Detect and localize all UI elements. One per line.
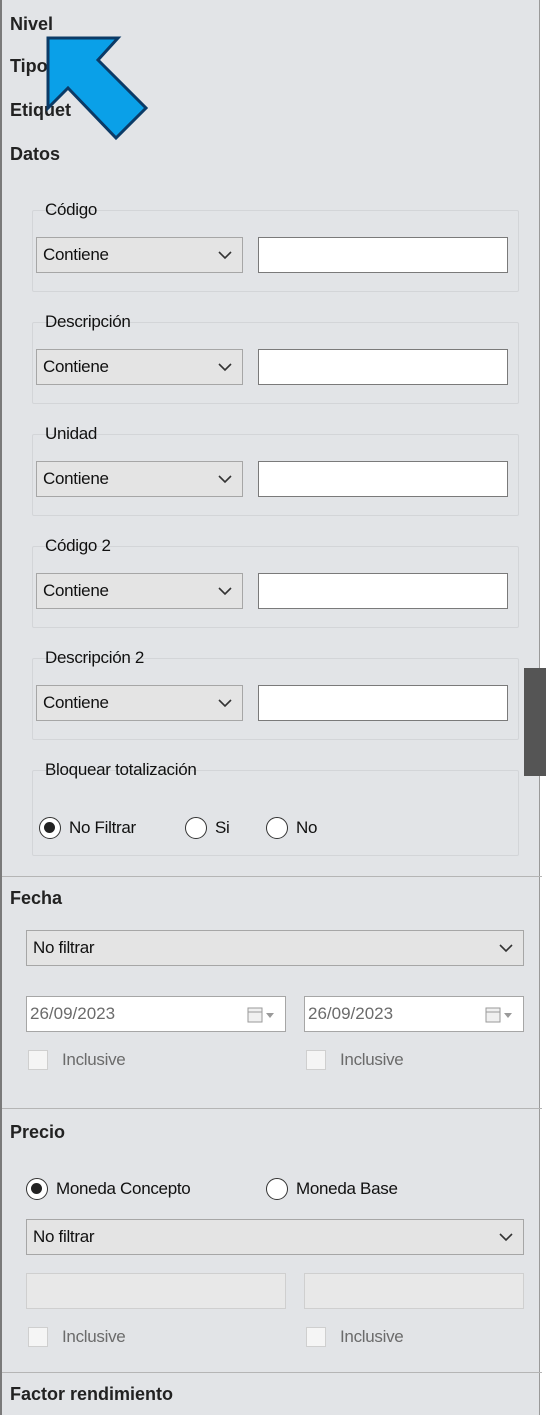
codigo-input[interactable]: [258, 237, 508, 273]
section-divider: [2, 876, 542, 877]
section-divider: [2, 1108, 542, 1109]
descripcion2-operator-value: Contiene: [43, 693, 109, 712]
precio-radio-moneda-base[interactable]: Moneda Base: [266, 1178, 398, 1200]
calendar-icon: [485, 1007, 512, 1023]
bloquear-group: [32, 770, 519, 856]
inclusive-label: Inclusive: [62, 1050, 126, 1069]
section-fecha[interactable]: Fecha: [10, 888, 62, 909]
codigo-label: Código: [45, 200, 98, 219]
codigo2-input[interactable]: [258, 573, 508, 609]
codigo2-operator-value: Contiene: [43, 581, 109, 600]
bloquear-option-label: No: [296, 818, 318, 837]
section-nivel[interactable]: Nivel: [10, 14, 53, 35]
descripcion2-operator-select[interactable]: Contiene: [36, 685, 243, 721]
inclusive-label: Inclusive: [62, 1327, 126, 1346]
bloquear-radio-no[interactable]: No: [266, 817, 317, 839]
unidad-input[interactable]: [258, 461, 508, 497]
precio-mode-value: No filtrar: [33, 1227, 95, 1246]
checkbox-icon: [28, 1050, 48, 1070]
section-precio[interactable]: Precio: [10, 1122, 65, 1143]
bloquear-option-label: Si: [215, 818, 230, 837]
descripcion-input[interactable]: [258, 349, 508, 385]
precio-currency-label: Moneda Concepto: [56, 1179, 191, 1198]
chevron-down-icon: [218, 251, 232, 260]
fecha-to-value: 26/09/2023: [308, 1004, 394, 1023]
checkbox-icon: [28, 1327, 48, 1347]
bloquear-option-label: No Filtrar: [69, 818, 136, 837]
codigo2-label: Código 2: [45, 536, 111, 555]
precio-from-inclusive-checkbox[interactable]: Inclusive: [28, 1327, 126, 1347]
radio-unselected-icon: [266, 1178, 288, 1200]
codigo-operator-select[interactable]: Contiene: [36, 237, 243, 273]
fecha-from-picker[interactable]: 26/09/2023: [26, 996, 286, 1032]
descripcion2-label: Descripción 2: [45, 648, 145, 667]
chevron-down-icon: [218, 699, 232, 708]
fecha-to-inclusive-checkbox[interactable]: Inclusive: [306, 1050, 404, 1070]
descripcion-operator-value: Contiene: [43, 357, 109, 376]
section-tipo[interactable]: Tipo: [10, 56, 48, 77]
section-divider: [2, 1372, 542, 1373]
unidad-operator-value: Contiene: [43, 469, 109, 488]
chevron-down-icon: [499, 944, 513, 953]
fecha-to-picker[interactable]: 26/09/2023: [304, 996, 524, 1032]
chevron-down-icon: [218, 363, 232, 372]
cursor-arrow-icon: [46, 36, 149, 141]
radio-selected-icon: [39, 817, 61, 839]
calendar-icon: [247, 1007, 274, 1023]
inclusive-label: Inclusive: [340, 1327, 404, 1346]
radio-selected-icon: [26, 1178, 48, 1200]
descripcion-operator-select[interactable]: Contiene: [36, 349, 243, 385]
unidad-label: Unidad: [45, 424, 98, 443]
section-factor-rendimiento[interactable]: Factor rendimiento: [10, 1384, 173, 1405]
descripcion-label: Descripción: [45, 312, 131, 331]
precio-mode-select[interactable]: No filtrar: [26, 1219, 524, 1255]
checkbox-icon: [306, 1327, 326, 1347]
checkbox-icon: [306, 1050, 326, 1070]
fecha-mode-value: No filtrar: [33, 938, 95, 957]
precio-to-inclusive-checkbox[interactable]: Inclusive: [306, 1327, 404, 1347]
chevron-down-icon: [218, 587, 232, 596]
radio-unselected-icon: [185, 817, 207, 839]
precio-from-input[interactable]: [26, 1273, 286, 1309]
descripcion2-input[interactable]: [258, 685, 508, 721]
inclusive-label: Inclusive: [340, 1050, 404, 1069]
precio-currency-label: Moneda Base: [296, 1179, 398, 1198]
bloquear-radio-si[interactable]: Si: [185, 817, 230, 839]
fecha-from-inclusive-checkbox[interactable]: Inclusive: [28, 1050, 126, 1070]
codigo-operator-value: Contiene: [43, 245, 109, 264]
chevron-down-icon: [218, 475, 232, 484]
chevron-down-icon: [499, 1233, 513, 1242]
bloquear-label: Bloquear totalización: [45, 760, 197, 779]
codigo2-operator-select[interactable]: Contiene: [36, 573, 243, 609]
precio-to-input[interactable]: [304, 1273, 524, 1309]
filter-panel: Nivel Tipo Etiquet Datos Código Contiene…: [0, 0, 542, 1415]
unidad-operator-select[interactable]: Contiene: [36, 461, 243, 497]
fecha-mode-select[interactable]: No filtrar: [26, 930, 524, 966]
precio-radio-moneda-concepto[interactable]: Moneda Concepto: [26, 1178, 191, 1200]
scrollbar-thumb[interactable]: [524, 668, 546, 776]
radio-unselected-icon: [266, 817, 288, 839]
fecha-from-value: 26/09/2023: [30, 1004, 116, 1023]
bloquear-radio-no-filtrar[interactable]: No Filtrar: [39, 817, 136, 839]
